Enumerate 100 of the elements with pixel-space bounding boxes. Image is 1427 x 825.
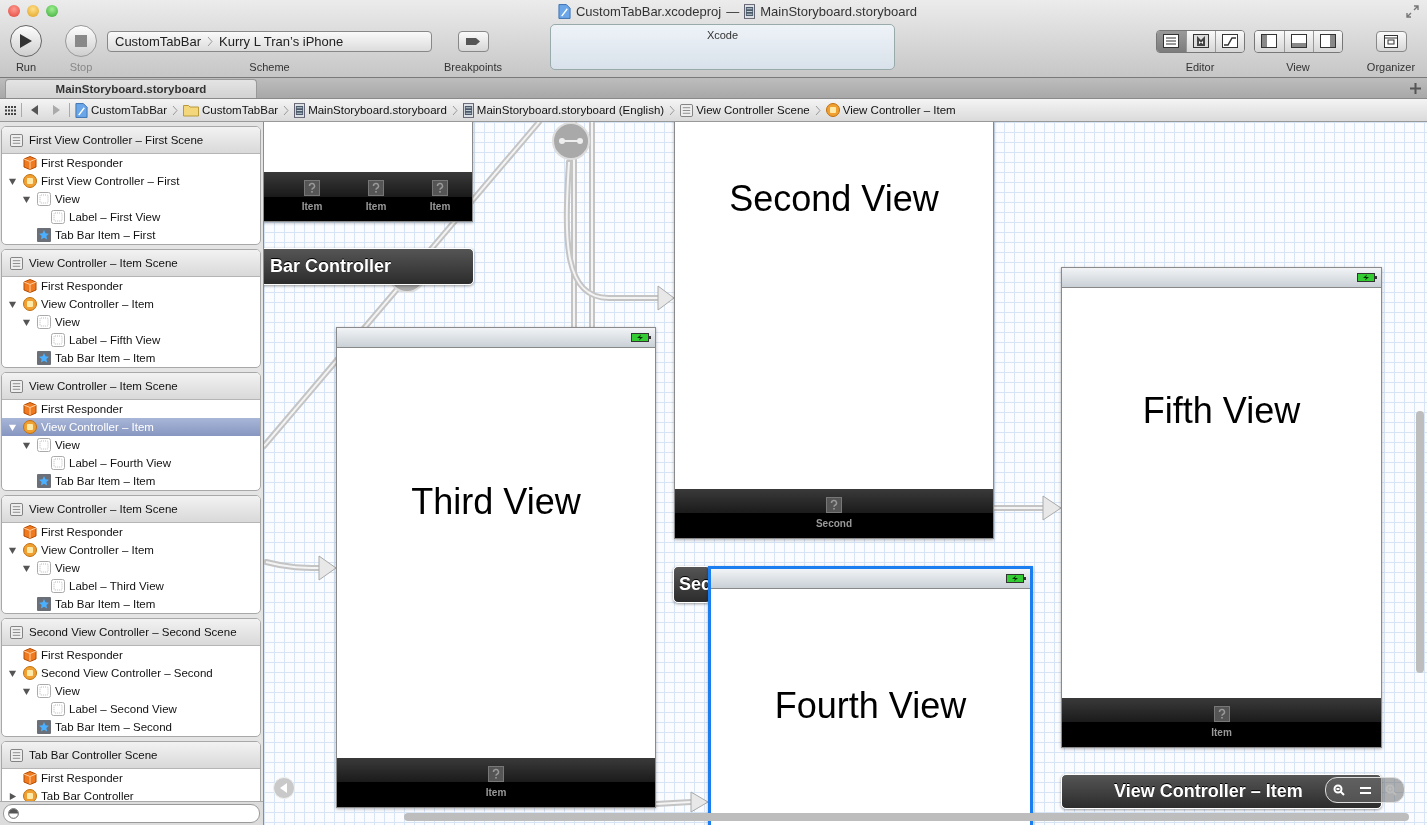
scheme-popup[interactable]: CustomTabBar Kurry L Tran’s iPhone <box>107 30 432 52</box>
outline-item[interactable]: First Responder <box>2 646 260 664</box>
editor-mode-button[interactable] <box>1214 30 1244 52</box>
stop-button[interactable] <box>65 25 97 57</box>
disclosure-triangle-icon[interactable] <box>22 317 31 327</box>
scene-header[interactable]: View Controller – Item Scene <box>2 496 260 523</box>
scene-header[interactable]: Second View Controller – Second Scene <box>2 619 260 646</box>
path-item[interactable]: MainStoryboard.storyboard (English) <box>462 102 665 118</box>
scene-header[interactable]: View Controller – Item Scene <box>2 373 260 400</box>
disclosure-triangle-icon[interactable] <box>8 176 17 186</box>
toolbar-label: Run <box>15 61 37 73</box>
vertical-scrollbar[interactable] <box>1416 411 1424 673</box>
outline-item[interactable]: First Responder <box>2 400 260 418</box>
scene-name-bar[interactable]: View Controller – Item <box>1061 774 1382 809</box>
toolbar-label: View <box>1286 61 1310 73</box>
scene-icon <box>10 748 23 762</box>
view-toggle-button[interactable] <box>1283 30 1313 52</box>
scene-header[interactable]: First View Controller – First Scene <box>2 127 260 154</box>
scene-icon <box>10 379 23 393</box>
disclosure-triangle-icon[interactable] <box>8 791 17 801</box>
editor-tab[interactable]: MainStoryboard.storyboard <box>5 79 257 98</box>
zoom-in-icon <box>1385 784 1397 796</box>
run-button[interactable] <box>10 25 42 57</box>
disclosure-triangle-icon[interactable] <box>8 668 17 678</box>
editor-mode-button[interactable] <box>1156 30 1186 52</box>
path-item[interactable]: CustomTabBar <box>183 103 279 117</box>
path-item[interactable]: View Controller – Item <box>825 103 956 117</box>
horizontal-scrollbar[interactable] <box>404 813 1409 821</box>
scene-view[interactable]: Second View Second <box>674 122 994 539</box>
breakpoints-button[interactable] <box>457 30 489 52</box>
path-item[interactable]: CustomTabBar <box>75 102 168 118</box>
zoom-out-icon <box>1333 784 1345 796</box>
outline-item[interactable]: First Responder <box>2 523 260 541</box>
disclosure-triangle-icon[interactable] <box>8 299 17 309</box>
scene-header[interactable]: Tab Bar Controller Scene <box>2 742 260 769</box>
path-item[interactable]: View Controller Scene <box>680 103 810 117</box>
outline-item[interactable]: View <box>2 190 260 208</box>
scene-header[interactable]: View Controller – Item Scene <box>2 250 260 277</box>
scene-view[interactable]: Item Item Item <box>264 122 473 222</box>
outline-item[interactable]: Second View Controller – Second <box>2 664 260 682</box>
view-toggle-button[interactable] <box>1254 30 1284 52</box>
outline-item[interactable]: Tab Bar Item – Item <box>2 595 260 613</box>
filter-field[interactable] <box>3 804 260 823</box>
outline-item[interactable]: Label – Fourth View <box>2 454 260 472</box>
dotted-square-icon <box>37 315 51 329</box>
toolbar-label: Stop <box>69 61 93 73</box>
outline-item[interactable]: First Responder <box>2 769 260 787</box>
activity-title: Xcode <box>706 29 739 43</box>
view-title: Third View <box>411 481 581 523</box>
scene-name-bar[interactable]: Sec <box>673 566 711 603</box>
chevron-icon <box>172 104 179 116</box>
outline-item[interactable]: Label – First View <box>2 208 260 226</box>
outline-item[interactable]: View <box>2 436 260 454</box>
outline-item[interactable]: Label – Fifth View <box>2 331 260 349</box>
outline-item[interactable]: First Responder <box>2 277 260 295</box>
editor-mode-button[interactable] <box>1185 30 1215 52</box>
scene-name: Bar Controller <box>270 256 392 277</box>
toolbar-label: Organizer <box>1366 61 1416 73</box>
chevron-icon <box>669 104 676 116</box>
scene-name: View Controller – Item <box>1114 781 1303 802</box>
scene-name-bar[interactable]: Bar Controller <box>264 248 474 285</box>
add-tab-button[interactable] <box>1410 82 1421 94</box>
outline-item[interactable]: View <box>2 559 260 577</box>
close-button[interactable] <box>8 5 20 17</box>
star-icon <box>37 720 51 734</box>
organizer-button[interactable] <box>1375 30 1407 52</box>
view-toggle-button[interactable] <box>1312 30 1342 52</box>
outline-item[interactable]: First Responder <box>2 154 260 172</box>
cube-icon <box>23 648 37 662</box>
disclosure-triangle-icon[interactable] <box>22 563 31 573</box>
outline-item[interactable]: Label – Second View <box>2 700 260 718</box>
chevron-icon <box>207 35 213 47</box>
toolbar-label: Breakpoints <box>443 61 503 73</box>
placeholder-image-icon <box>1213 706 1230 722</box>
outline-item[interactable]: Tab Bar Item – Item <box>2 472 260 490</box>
fullscreen-icon[interactable] <box>1405 4 1419 18</box>
scene-view[interactable]: Fourth View <box>708 566 1033 825</box>
outline-item[interactable]: Tab Bar Item – Second <box>2 718 260 736</box>
outline-item[interactable]: View <box>2 682 260 700</box>
tab-item-label: Item <box>1211 727 1232 739</box>
left-panel-icon <box>1261 34 1277 48</box>
disclosure-triangle-icon[interactable] <box>22 440 31 450</box>
grid-icon[interactable] <box>5 105 16 115</box>
storyboard-file-icon <box>294 102 306 118</box>
path-item[interactable]: MainStoryboard.storyboard <box>294 102 447 118</box>
scene-view[interactable]: Fifth View Item <box>1061 267 1382 748</box>
outline-item[interactable]: Tab Bar Item – First <box>2 226 260 244</box>
outline-item[interactable]: View Controller – Item <box>2 541 260 559</box>
outline-item[interactable]: View Controller – Item <box>2 295 260 313</box>
scene-view[interactable]: Third View Item <box>336 327 656 808</box>
outline-item[interactable]: Tab Bar Item – Item <box>2 349 260 367</box>
cube-icon <box>23 525 37 539</box>
stop-icon <box>75 35 87 47</box>
outline-item[interactable]: Label – Third View <box>2 577 260 595</box>
disclosure-triangle-icon[interactable] <box>22 686 31 696</box>
disclosure-triangle-icon[interactable] <box>22 194 31 204</box>
disclosure-triangle-icon[interactable] <box>8 545 17 555</box>
outline-item[interactable]: First View Controller – First <box>2 172 260 190</box>
outline-item[interactable]: View <box>2 313 260 331</box>
placeholder-image-icon <box>304 180 320 196</box>
